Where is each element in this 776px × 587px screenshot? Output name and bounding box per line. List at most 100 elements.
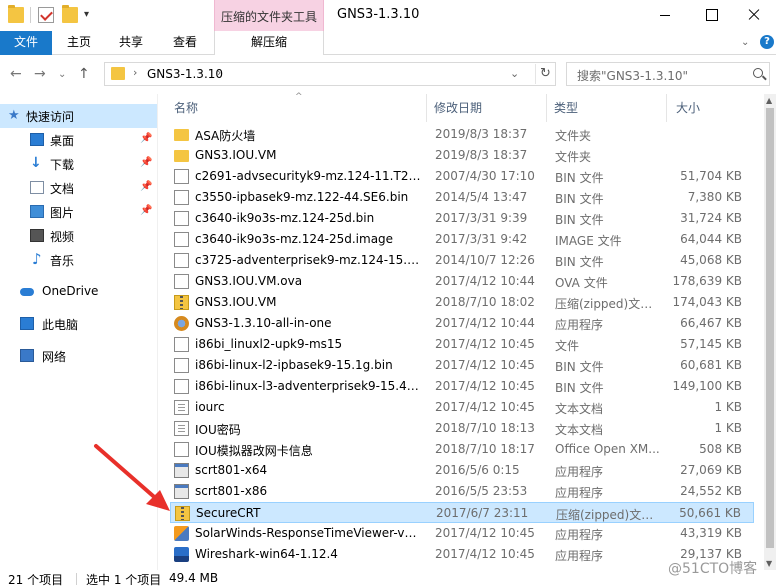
file-icon <box>174 169 189 184</box>
forward-button[interactable]: → <box>34 66 46 82</box>
download-icon: ↓ <box>30 155 42 171</box>
breadcrumb-current[interactable]: GNS3-1.3.10 <box>147 67 223 81</box>
scroll-up-icon[interactable]: ▲ <box>766 96 772 105</box>
nav-item-quick-access[interactable]: ★ 快速访问 <box>0 104 157 128</box>
column-header-date[interactable]: 修改日期 <box>434 99 482 116</box>
file-icon <box>174 274 189 289</box>
nav-item-this-pc[interactable]: 此电脑 <box>0 312 157 336</box>
file-type: 应用程序 <box>555 528 604 542</box>
address-bar[interactable]: › GNS3-1.3.10 › ⌄ ↻ <box>104 62 556 86</box>
scrollbar-thumb[interactable] <box>766 108 774 548</box>
expand-ribbon-icon[interactable]: ⌄ <box>741 37 749 48</box>
up-button[interactable]: ↑ <box>78 66 90 82</box>
file-row[interactable]: Wireshark-win64-1.12.4 2017/4/12 10:45 应用程… <box>170 544 754 565</box>
pin-icon[interactable]: 📌 <box>140 133 152 144</box>
file-type: 文本文档 <box>555 402 604 416</box>
tab-file[interactable]: 文件 <box>0 31 52 55</box>
new-folder-icon[interactable] <box>62 5 78 23</box>
nav-item-videos[interactable]: 视频 <box>0 224 157 248</box>
file-name: IOU模拟器改网卡信息 <box>195 444 313 458</box>
solarwinds-icon <box>174 526 189 541</box>
file-row[interactable]: i86bi-linux-l3-adventerprisek9-15.4.1...… <box>170 376 754 397</box>
minimize-button[interactable] <box>642 0 688 31</box>
file-row[interactable]: c3550-ipbasek9-mz.122-44.SE6.bin 2014/5/4… <box>170 187 754 208</box>
file-row[interactable]: scrt801-x86 2016/5/5 23:53 应用程序 24,552 KB <box>170 481 754 502</box>
file-row[interactable]: IOU模拟器改网卡信息 2018/7/10 18:17 Office Open XM… <box>170 439 754 460</box>
file-type: 应用程序 <box>555 465 604 479</box>
file-date: 2017/3/31 9:39 <box>435 211 528 225</box>
recent-locations-button[interactable]: ⌄ <box>58 69 66 80</box>
file-row-selected[interactable]: SecureCRT 2017/6/7 23:11 压缩(zipped)文件... 50… <box>170 502 754 523</box>
file-row[interactable]: i86bi-linux-l2-ipbasek9-15.1g.bin 2017/4/… <box>170 355 754 376</box>
nav-item-label: 桌面 <box>50 134 75 148</box>
file-row[interactable]: i86bi_linuxl2-upk9-ms15 2017/4/12 10:45 文件… <box>170 334 754 355</box>
star-icon: ★ <box>8 108 20 123</box>
file-date: 2017/4/12 10:45 <box>435 337 535 351</box>
file-row[interactable]: scrt801-x64 2016/5/6 0:15 应用程序 27,069 KB <box>170 460 754 481</box>
address-dropdown-icon[interactable]: ⌄ <box>510 67 519 80</box>
file-name: c3640-ik9o3s-mz.124-25d.bin <box>195 211 375 225</box>
pin-icon[interactable]: 📌 <box>140 157 152 168</box>
nav-item-pictures[interactable]: 图片 📌 <box>0 200 157 224</box>
nav-item-downloads[interactable]: ↓ 下载 📌 <box>0 152 157 176</box>
file-date: 2017/6/7 23:11 <box>436 506 529 520</box>
file-type: 应用程序 <box>555 486 604 500</box>
file-size: 149,100 KB <box>672 379 742 393</box>
properties-icon[interactable] <box>38 7 54 23</box>
pin-icon[interactable]: 📌 <box>140 181 152 192</box>
column-header-name[interactable]: 名称 <box>174 99 198 116</box>
vertical-scrollbar[interactable]: ▲ ▼ <box>764 94 776 570</box>
column-divider[interactable] <box>666 94 667 122</box>
file-row[interactable]: GNS3.IOU.VM 2018/7/10 18:02 压缩(zipped)文件..… <box>170 292 754 313</box>
file-row[interactable]: c3725-adventerprisek9-mz.124-15.T5... 201… <box>170 250 754 271</box>
tab-view[interactable]: 查看 <box>164 31 206 55</box>
nav-item-music[interactable]: ♪ 音乐 <box>0 248 157 272</box>
file-name: c2691-advsecurityk9-mz.124-11.T2.bin <box>195 169 421 183</box>
file-row[interactable]: c3640-ik9o3s-mz.124-25d.bin 2017/3/31 9:3… <box>170 208 754 229</box>
file-date: 2014/5/4 13:47 <box>435 190 528 204</box>
folder-icon[interactable] <box>8 5 24 23</box>
file-row[interactable]: IOU密码 2018/7/10 18:13 文本文档 1 KB <box>170 418 754 439</box>
nav-item-label: OneDrive <box>42 284 99 298</box>
file-row[interactable]: c3640-ik9o3s-mz.124-25d.image 2017/3/31 9… <box>170 229 754 250</box>
file-type: BIN 文件 <box>555 192 604 206</box>
file-date: 2017/4/12 10:45 <box>435 547 535 561</box>
maximize-button[interactable] <box>688 0 734 31</box>
file-row[interactable]: GNS3.IOU.VM.ova 2017/4/12 10:44 OVA 文件 178,… <box>170 271 754 292</box>
wireshark-icon <box>174 547 189 562</box>
close-button[interactable] <box>730 0 776 31</box>
sort-ascending-icon: ^ <box>295 92 303 102</box>
file-row[interactable]: ASA防火墙 2019/8/3 18:37 文件夹 <box>170 124 754 145</box>
breadcrumb-chevron-icon[interactable]: › <box>133 66 137 79</box>
search-input[interactable]: 搜索"GNS3-1.3.10" <box>566 62 770 86</box>
nav-item-onedrive[interactable]: OneDrive <box>0 280 157 304</box>
file-row[interactable]: SolarWinds-ResponseTimeViewer-v1... 2017/… <box>170 523 754 544</box>
file-row[interactable]: c2691-advsecurityk9-mz.124-11.T2.bin 2007… <box>170 166 754 187</box>
tab-share[interactable]: 共享 <box>110 31 152 55</box>
file-row[interactable]: GNS3.IOU.VM 2019/8/3 18:37 文件夹 <box>170 145 754 166</box>
search-icon[interactable] <box>753 68 763 78</box>
file-row[interactable]: GNS3-1.3.10-all-in-one 2017/4/12 10:44 应用程… <box>170 313 754 334</box>
nav-item-network[interactable]: 网络 <box>0 344 157 368</box>
file-size: 1 KB <box>714 421 742 435</box>
breadcrumb-chevron-icon[interactable]: › <box>217 66 221 79</box>
column-header-type[interactable]: 类型 <box>554 99 578 116</box>
tab-extract[interactable]: 解压缩 <box>214 31 324 55</box>
zip-archive-icon <box>174 295 189 310</box>
watermark: @51CTO博客 <box>668 561 758 577</box>
pin-icon[interactable]: 📌 <box>140 205 152 216</box>
column-divider[interactable] <box>426 94 427 122</box>
refresh-button[interactable]: ↻ <box>535 64 555 84</box>
column-divider[interactable] <box>546 94 547 122</box>
column-header-size[interactable]: 大小 <box>676 99 700 116</box>
nav-item-desktop[interactable]: 桌面 📌 <box>0 128 157 152</box>
chevron-down-icon[interactable]: ▾ <box>84 9 89 20</box>
scroll-down-icon[interactable]: ▼ <box>766 559 772 568</box>
file-row[interactable]: iourc 2017/4/12 10:45 文本文档 1 KB <box>170 397 754 418</box>
nav-item-documents[interactable]: 文档 📌 <box>0 176 157 200</box>
back-button[interactable]: ← <box>10 66 22 82</box>
tab-home[interactable]: 主页 <box>58 31 100 55</box>
folder-icon <box>174 129 189 141</box>
file-icon <box>174 253 189 268</box>
help-icon[interactable]: ? <box>760 35 774 49</box>
